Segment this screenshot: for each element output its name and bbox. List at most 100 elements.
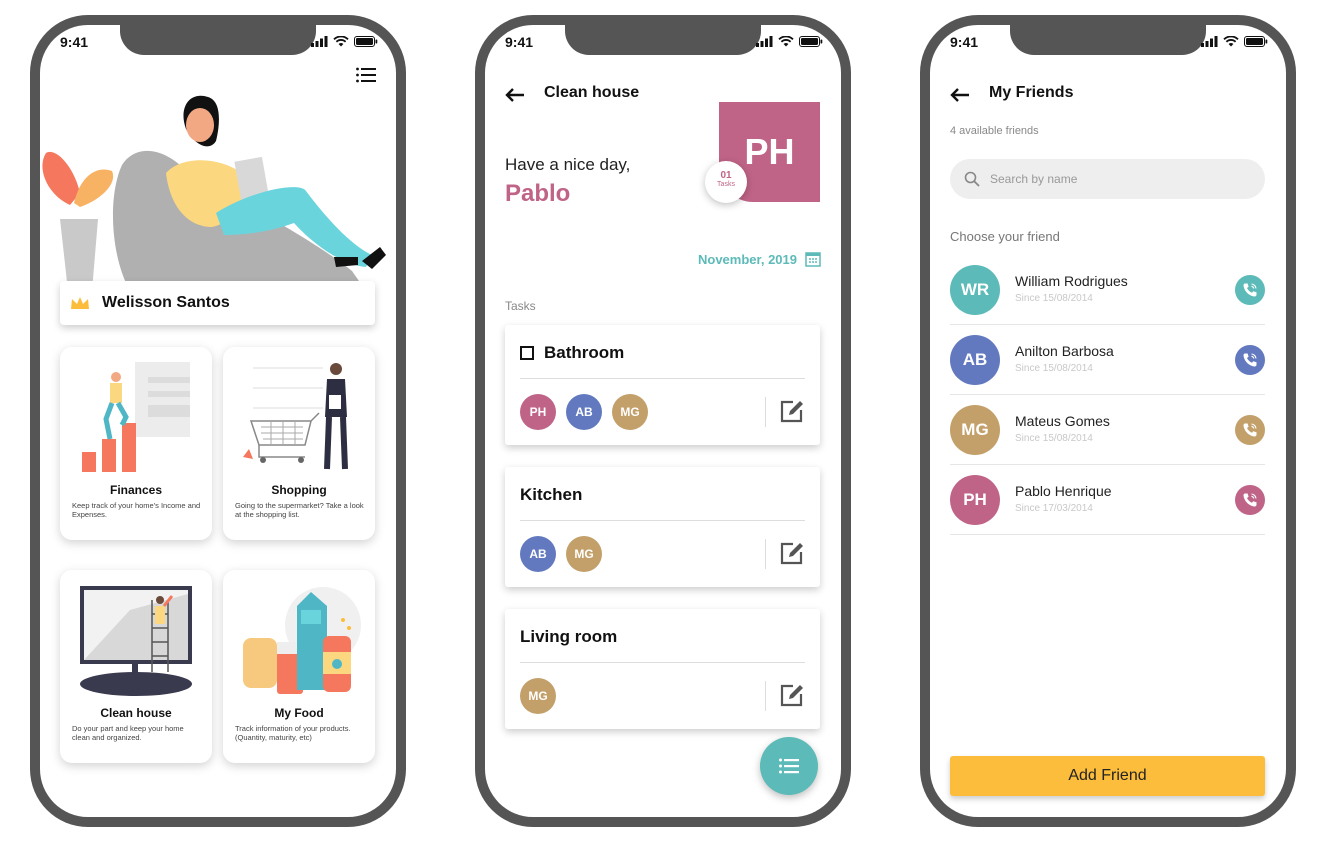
phone-call-icon <box>1243 493 1257 507</box>
battery-icon <box>354 36 378 47</box>
clean-house-illustration <box>80 586 192 696</box>
edit-icon[interactable] <box>779 540 805 566</box>
assignee-avatar[interactable]: MG <box>520 678 556 714</box>
battery-icon <box>1244 36 1268 47</box>
assignee-avatar[interactable]: AB <box>566 394 602 430</box>
tile-description: Keep track of your home's Income and Exp… <box>72 501 201 519</box>
search-input[interactable] <box>990 172 1240 186</box>
task-assignees: MG <box>520 678 556 714</box>
greeting-text: Have a nice day, <box>505 155 631 174</box>
profile-card[interactable]: Welisson Santos <box>60 281 375 325</box>
phone-clean-house: 9:41 Clean house Have a nice day, Pablo … <box>475 15 851 827</box>
friend-since: Since 15/08/2014 <box>1015 363 1093 374</box>
wifi-icon <box>333 36 349 47</box>
assignee-initials: PH <box>529 405 547 419</box>
friend-since: Since 15/08/2014 <box>1015 433 1093 444</box>
assignee-initials: MG <box>528 689 548 703</box>
tile-description: Track information of your products. (Qua… <box>235 724 351 742</box>
assignee-avatar[interactable]: AB <box>520 536 556 572</box>
divider <box>520 520 805 521</box>
phone-call-icon <box>1243 423 1257 437</box>
friend-name: Mateus Gomes <box>1015 413 1110 429</box>
assignee-avatar[interactable]: PH <box>520 394 556 430</box>
task-title: Kitchen <box>520 485 583 504</box>
edit-icon[interactable] <box>779 398 805 424</box>
task-card-kitchen[interactable]: Kitchen AB MG <box>505 467 820 587</box>
friend-since: Since 15/08/2014 <box>1015 293 1093 304</box>
status-icons <box>756 36 823 47</box>
phone-call-icon <box>1243 353 1257 367</box>
add-friend-button[interactable]: Add Friend <box>950 756 1265 796</box>
back-arrow-icon[interactable] <box>505 87 525 103</box>
my-food-illustration <box>243 587 361 694</box>
assignee-initials: AB <box>575 405 593 419</box>
phone-my-friends: 9:41 My Friends 4 available friends Choo… <box>920 15 1296 827</box>
friend-since: Since 17/03/2014 <box>1015 503 1093 514</box>
task-count-label: Tasks <box>717 181 735 188</box>
tile-description: Do your part and keep your home clean an… <box>72 724 184 742</box>
shopping-illustration <box>243 363 348 470</box>
status-time: 9:41 <box>60 34 89 50</box>
friend-row[interactable]: PH Pablo Henrique Since 17/03/2014 <box>950 465 1265 535</box>
page-title: My Friends <box>989 84 1074 101</box>
phone-home: 9:41 Welisson Santos Finances Keep track… <box>30 15 406 827</box>
menu-icon[interactable] <box>356 67 376 83</box>
friend-row[interactable]: WR William Rodrigues Since 15/08/2014 <box>950 255 1265 325</box>
search-icon <box>964 171 980 187</box>
wifi-icon <box>1223 36 1239 47</box>
tile-description: Going to the supermarket? Take a look at… <box>235 501 364 519</box>
date-label: November, 2019 <box>697 251 797 267</box>
signal-icon <box>1201 36 1218 47</box>
task-checkbox[interactable] <box>520 346 534 360</box>
tile-title: My Food <box>274 706 324 720</box>
tile-clean-house[interactable]: Clean house Do your part and keep your h… <box>60 570 212 763</box>
signal-icon <box>311 36 328 47</box>
edit-icon[interactable] <box>779 682 805 708</box>
status-time: 9:41 <box>950 34 979 50</box>
list-fab-button[interactable] <box>760 737 818 795</box>
date-selector[interactable]: November, 2019 <box>698 251 821 267</box>
greeting-name: Pablo <box>505 180 571 207</box>
friend-initials: PH <box>963 490 987 509</box>
tile-finances[interactable]: Finances Keep track of your home's Incom… <box>60 347 212 540</box>
task-card-bathroom[interactable]: Bathroom PH AB MG <box>505 325 820 445</box>
friend-avatar: WR <box>950 265 1000 315</box>
back-arrow-icon[interactable] <box>950 87 970 103</box>
assignee-avatar[interactable]: MG <box>566 536 602 572</box>
status-icons <box>1201 36 1268 47</box>
status-time: 9:41 <box>505 34 534 50</box>
finances-illustration <box>82 362 190 472</box>
phone-notch <box>1010 25 1206 55</box>
assignee-avatar[interactable]: MG <box>612 394 648 430</box>
friend-avatar: PH <box>950 475 1000 525</box>
friend-name: William Rodrigues <box>1015 273 1128 289</box>
divider <box>520 662 805 663</box>
wifi-icon <box>778 36 794 47</box>
divider <box>765 681 766 711</box>
call-button[interactable] <box>1235 275 1265 305</box>
status-icons <box>311 36 378 47</box>
friend-name: Pablo Henrique <box>1015 483 1112 499</box>
call-button[interactable] <box>1235 485 1265 515</box>
friend-initials: WR <box>960 280 990 299</box>
phone-call-icon <box>1243 283 1257 297</box>
signal-icon <box>756 36 773 47</box>
tile-title: Shopping <box>271 483 327 497</box>
assignee-initials: MG <box>620 405 640 419</box>
clean-house-screen: 9:41 Clean house Have a nice day, Pablo … <box>485 25 841 817</box>
friend-initials: MG <box>961 420 989 439</box>
calendar-icon[interactable] <box>805 251 821 267</box>
call-button[interactable] <box>1235 345 1265 375</box>
search-bar[interactable] <box>950 159 1265 199</box>
task-card-living-room[interactable]: Living room MG <box>505 609 820 729</box>
tile-shopping[interactable]: Shopping Going to the supermarket? Take … <box>223 347 375 540</box>
crown-icon <box>71 297 89 309</box>
user-avatar-initials: PH <box>744 131 795 172</box>
hero-illustration <box>42 95 386 291</box>
tile-my-food[interactable]: My Food Track information of your produc… <box>223 570 375 763</box>
call-button[interactable] <box>1235 415 1265 445</box>
task-title: Living room <box>520 627 618 646</box>
friend-row[interactable]: MG Mateus Gomes Since 15/08/2014 <box>950 395 1265 465</box>
task-title: Bathroom <box>544 343 625 362</box>
friend-row[interactable]: AB Anilton Barbosa Since 15/08/2014 <box>950 325 1265 395</box>
